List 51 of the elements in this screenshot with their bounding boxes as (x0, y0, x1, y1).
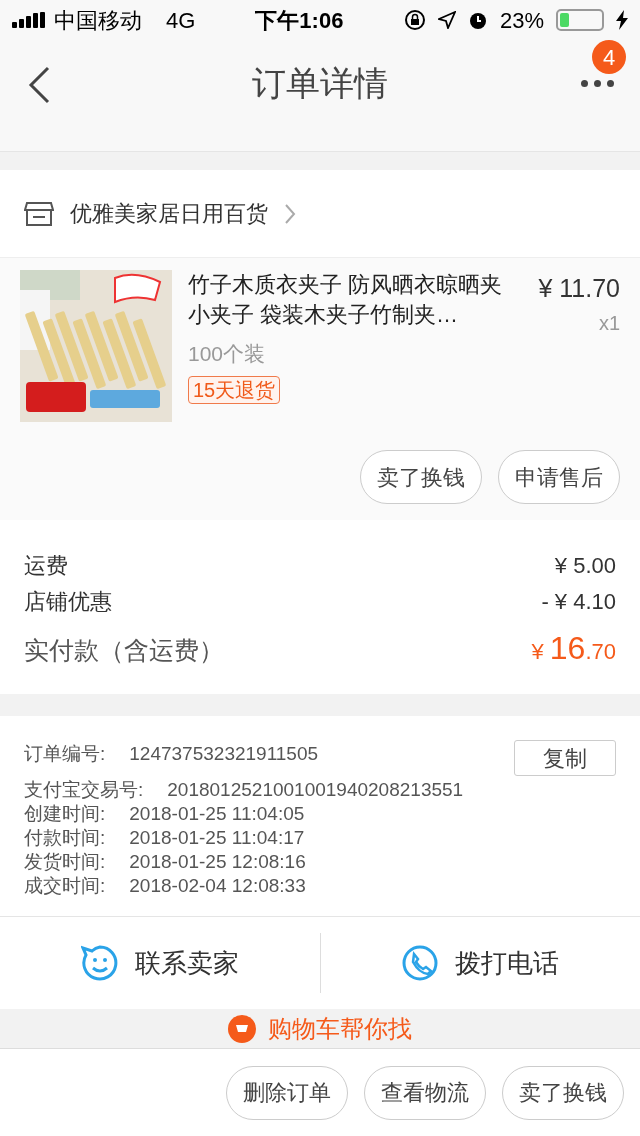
action-button[interactable]: 卖了换钱 (502, 1065, 624, 1120)
battery-icon (556, 9, 604, 31)
alarm-icon (467, 10, 488, 30)
fee-value: - ¥ 4.10 (541, 588, 616, 616)
info-value: 2018-02-04 12:08:33 (129, 874, 306, 898)
chevron-right-icon (284, 202, 296, 225)
info-label: 发货时间: (24, 850, 106, 874)
page-title: 订单详情 (252, 63, 388, 104)
info-label: 创建时间: (24, 802, 106, 826)
info-value: 2018-01-25 12:08:16 (129, 850, 306, 874)
total-label: 实付款（含运费） (24, 635, 224, 666)
more-icon[interactable] (581, 80, 614, 87)
info-value: 2018-01-25 11:04:05 (129, 802, 305, 826)
info-label: 支付宝交易号: (24, 778, 144, 802)
info-value: 2018-01-25 11:04:17 (129, 826, 305, 850)
notification-badge: 4 (592, 40, 626, 74)
action-button[interactable]: 卖了换钱 (360, 450, 482, 504)
location-arrow-icon (437, 11, 456, 29)
fee-label: 运费 (24, 552, 68, 580)
product-quantity: x1 (598, 310, 620, 336)
back-icon[interactable] (28, 66, 50, 104)
action-button[interactable]: 查看物流 (364, 1065, 486, 1120)
rotation-lock-icon (403, 9, 426, 31)
info-label: 成交时间: (24, 874, 106, 898)
info-value: 124737532321911505 (129, 742, 319, 766)
smiley-chat-icon (80, 944, 119, 982)
action-button[interactable]: 删除订单 (226, 1065, 348, 1120)
fee-label: 店铺优惠 (24, 588, 112, 616)
clock: 下午1:06 (255, 6, 344, 35)
store-icon (24, 200, 54, 227)
info-value: 2018012521001001940208213551 (167, 778, 464, 802)
copy-button[interactable]: 复制 (514, 740, 616, 776)
fee-value: ¥ 5.00 (554, 552, 616, 580)
battery-percent: 23% (499, 6, 544, 35)
carrier-name: 中国移动 (54, 6, 142, 35)
contact-label[interactable]: 联系卖家 (134, 943, 239, 983)
product-title[interactable]: 竹子木质衣夹子 防风晒衣晾晒夹小夹子 袋装木夹子竹制夹… (188, 270, 508, 330)
contact-label[interactable]: 拨打电话 (455, 943, 560, 983)
signal-icon (12, 12, 46, 28)
action-button[interactable]: 申请售后 (498, 450, 620, 504)
total-amount: ¥ 16.70 (531, 629, 616, 668)
shop-name: 优雅美家居日用百货 (70, 200, 268, 228)
product-price: ¥ 11.70 (538, 273, 620, 304)
phone-icon (401, 944, 440, 982)
info-label: 付款时间: (24, 826, 106, 850)
network-type: 4G (166, 6, 196, 35)
return-policy-tag: 15天退货 (188, 375, 281, 404)
charging-bolt-icon (616, 10, 628, 30)
shop-row[interactable]: 优雅美家居日用百货 (0, 170, 640, 258)
info-label: 订单编号: (24, 742, 106, 766)
product-spec: 100个装 (188, 341, 267, 367)
